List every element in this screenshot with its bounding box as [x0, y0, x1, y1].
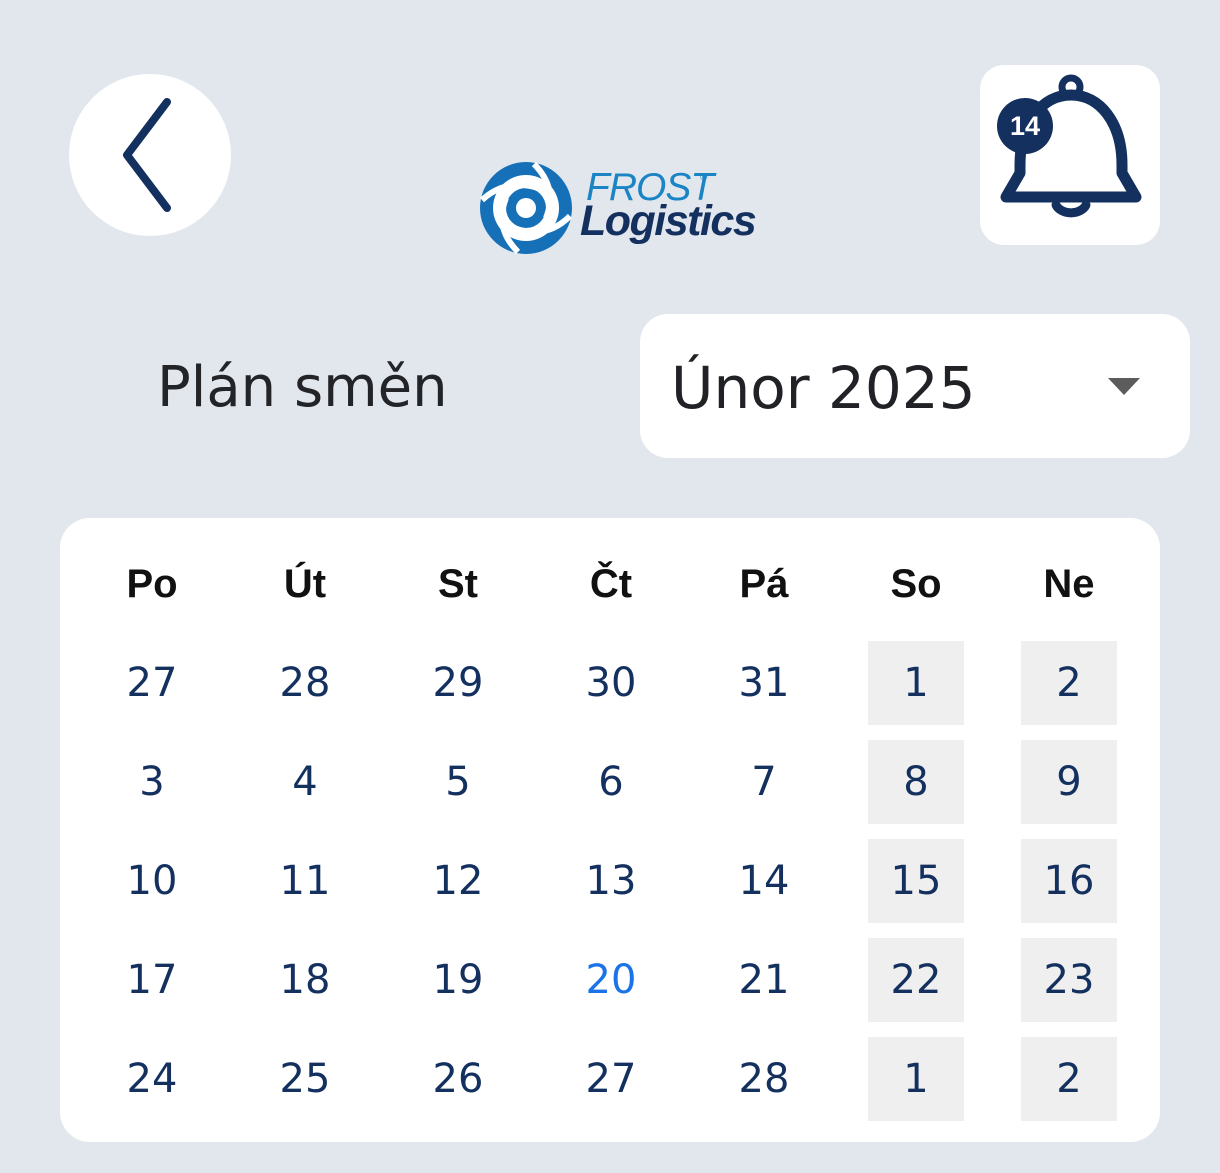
calendar-day[interactable]: 4 [257, 740, 353, 824]
calendar-day[interactable]: 14 [716, 839, 812, 923]
calendar-day[interactable]: 6 [563, 740, 659, 824]
calendar-day[interactable]: 31 [716, 641, 812, 725]
calendar-day[interactable]: 12 [410, 839, 506, 923]
calendar-day[interactable]: 16 [1021, 839, 1117, 923]
calendar-day[interactable]: 27 [104, 641, 200, 725]
calendar-day[interactable]: 15 [868, 839, 964, 923]
calendar-day[interactable]: 29 [410, 641, 506, 725]
logo-text-logistics: Logistics [580, 197, 757, 245]
calendar-day[interactable]: 1 [868, 1037, 964, 1121]
back-button[interactable] [69, 74, 231, 236]
caret-down-icon[interactable] [1108, 378, 1140, 395]
weekday-header: Út [283, 562, 327, 606]
calendar-day[interactable]: 2 [1021, 641, 1117, 725]
month-select-value: Únor 2025 [671, 354, 976, 422]
calendar-day[interactable]: 27 [563, 1037, 659, 1121]
logo-swirl-icon [479, 161, 573, 255]
chevron-left-icon [123, 98, 171, 212]
weekday-header: So [890, 562, 942, 606]
calendar-day[interactable]: 26 [410, 1037, 506, 1121]
calendar-day[interactable]: 11 [257, 839, 353, 923]
notification-count-badge: 14 [997, 98, 1053, 154]
notifications-button[interactable] [980, 65, 1160, 245]
calendar-day[interactable]: 2 [1021, 1037, 1117, 1121]
weekday-header: Po [126, 562, 178, 606]
calendar-day[interactable]: 25 [257, 1037, 353, 1121]
calendar-day[interactable]: 28 [257, 641, 353, 725]
weekday-header: Čt [589, 562, 633, 606]
bell-icon [1000, 74, 1142, 218]
calendar-day-today[interactable]: 20 [563, 938, 659, 1022]
calendar-day[interactable]: 17 [104, 938, 200, 1022]
company-logo: FROST ® Logistics [476, 156, 757, 260]
calendar-day[interactable]: 30 [563, 641, 659, 725]
page-title: Plán směn [157, 355, 448, 420]
weekday-header: Pá [739, 562, 789, 606]
calendar-day[interactable]: 28 [716, 1037, 812, 1121]
logo-registered-mark: ® [700, 172, 708, 183]
calendar-day[interactable]: 18 [257, 938, 353, 1022]
calendar-day[interactable]: 5 [410, 740, 506, 824]
calendar-day[interactable]: 21 [716, 938, 812, 1022]
calendar-day[interactable]: 23 [1021, 938, 1117, 1022]
weekday-header: Ne [1043, 562, 1095, 606]
calendar-day[interactable]: 10 [104, 839, 200, 923]
calendar-day[interactable]: 24 [104, 1037, 200, 1121]
calendar-day[interactable]: 22 [868, 938, 964, 1022]
weekday-header: St [438, 562, 478, 606]
calendar-day[interactable]: 19 [410, 938, 506, 1022]
calendar-day[interactable]: 1 [868, 641, 964, 725]
calendar-day[interactable]: 3 [104, 740, 200, 824]
calendar-day[interactable]: 9 [1021, 740, 1117, 824]
calendar-day[interactable]: 7 [716, 740, 812, 824]
calendar-day[interactable]: 8 [868, 740, 964, 824]
calendar-day[interactable]: 13 [563, 839, 659, 923]
